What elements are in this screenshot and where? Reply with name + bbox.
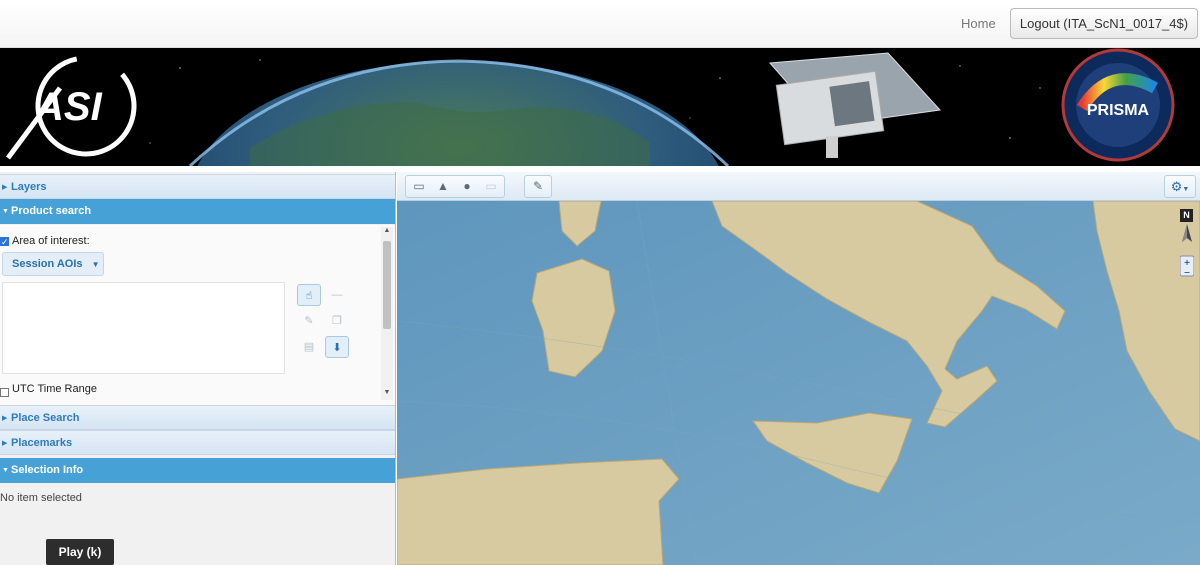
chevron-right-icon: ▶ — [2, 184, 8, 191]
product-search-body: ✓ Area of interest: Session AOIs ▼ ☝ — ✎… — [0, 225, 395, 405]
terrain-view-button[interactable]: ▲ — [433, 177, 453, 196]
product-search-accordion[interactable]: ▼ Product search — [0, 199, 395, 224]
chevron-right-icon: ▶ — [2, 415, 8, 422]
scroll-thumb[interactable] — [383, 241, 391, 329]
map-canvas[interactable] — [397, 201, 1200, 565]
map-relief — [397, 201, 1200, 565]
utc-time-range-checkbox[interactable] — [0, 388, 9, 397]
header-banner: ASI PRISMA — [0, 48, 1200, 166]
settings-dropdown[interactable]: ⚙▼ — [1164, 175, 1196, 198]
caret-down-icon: ▼ — [1182, 186, 1190, 193]
copy-aoi-button[interactable]: ❐ — [325, 310, 349, 332]
pointer-cursor-icon: ☝ — [305, 290, 313, 302]
placemarks-label: Placemarks — [11, 437, 73, 449]
place-search-label: Place Search — [11, 412, 80, 424]
video-play-tooltip: Play (k) — [46, 539, 114, 565]
globe-icon: ● — [463, 179, 471, 193]
ruler-icon: ✎ — [532, 179, 544, 193]
measure-button[interactable]: ✎ — [528, 177, 548, 196]
product-search-scrollbar[interactable]: ▲ ▼ — [381, 227, 393, 400]
svg-text:ASI: ASI — [34, 85, 103, 129]
area-of-interest-checkbox[interactable]: ✓ — [0, 237, 9, 247]
download-icon: ⬇ — [332, 342, 342, 354]
pencil-icon: ✎ — [304, 315, 314, 327]
minus-icon: — — [331, 289, 343, 301]
caret-down-icon: ▼ — [91, 260, 100, 269]
download-aoi-button[interactable]: ⬇ — [325, 336, 349, 358]
aoi-list[interactable] — [2, 282, 285, 374]
prisma-logo: PRISMA — [1061, 48, 1175, 162]
selection-info-accordion[interactable]: ▼ Selection Info — [0, 458, 395, 483]
gear-icon: ⚙ — [1170, 179, 1183, 194]
top-navbar: Home Logout (ITA_ScN1_0017_4$) — [0, 0, 1200, 48]
svg-text:–: – — [1184, 267, 1190, 278]
layers-label: Layers — [11, 181, 47, 193]
flat-map-icon: ▭ — [485, 179, 497, 193]
logout-button[interactable]: Logout (ITA_ScN1_0017_4$) — [1010, 8, 1198, 39]
selection-info-label: Selection Info — [11, 464, 84, 476]
utc-time-range-label: UTC Time Range — [12, 383, 97, 395]
save-aoi-button[interactable]: ▤ — [297, 336, 321, 358]
add-aoi-button[interactable]: ☝ — [297, 284, 321, 306]
map-view-button[interactable]: ▭ — [409, 177, 429, 196]
globe-view-button[interactable]: ● — [457, 177, 477, 196]
compass-north-icon[interactable]: N — [1180, 209, 1193, 222]
chevron-down-icon: ▼ — [2, 208, 9, 215]
place-search-accordion[interactable]: ▶ Place Search — [0, 405, 395, 430]
remove-aoi-button[interactable]: — — [325, 284, 349, 306]
chevron-down-icon: ▼ — [2, 467, 9, 474]
map-toolbar: ▭ ▲ ● ▭ ✎ ⚙▼ — [397, 172, 1200, 201]
svg-text:PRISMA: PRISMA — [1087, 102, 1150, 119]
session-aois-label: Session AOIs — [12, 258, 83, 270]
chevron-right-icon: ▶ — [2, 440, 8, 447]
placemarks-accordion[interactable]: ▶ Placemarks — [0, 430, 395, 455]
scroll-down-icon[interactable]: ▼ — [383, 389, 391, 396]
map-view-icon: ▭ — [413, 179, 425, 193]
satellite-image — [768, 52, 942, 158]
africa-land — [397, 458, 680, 565]
save-icon: ▤ — [303, 341, 315, 353]
product-search-label: Product search — [11, 205, 92, 217]
selection-info-text: No item selected — [0, 492, 82, 504]
scroll-up-icon[interactable]: ▲ — [383, 227, 391, 234]
layers-accordion[interactable]: ▶ Layers — [0, 174, 395, 199]
copy-icon: ❐ — [332, 315, 342, 327]
home-link[interactable]: Home — [961, 16, 996, 31]
compass-icon: + – — [1180, 224, 1194, 278]
edit-aoi-button[interactable]: ✎ — [297, 310, 321, 332]
session-aois-dropdown[interactable]: Session AOIs ▼ — [2, 252, 104, 276]
asi-logo: ASI — [5, 55, 137, 160]
navigation-control[interactable]: N + – — [1180, 209, 1194, 279]
flat-view-button[interactable]: ▭ — [481, 177, 501, 196]
banner-artwork: ASI PRISMA — [5, 48, 1175, 166]
area-of-interest-label: Area of interest: — [12, 235, 90, 247]
left-panel: ▶ Layers ▼ Product search ✓ Area of inte… — [0, 172, 396, 565]
terrain-icon: ▲ — [437, 179, 449, 193]
